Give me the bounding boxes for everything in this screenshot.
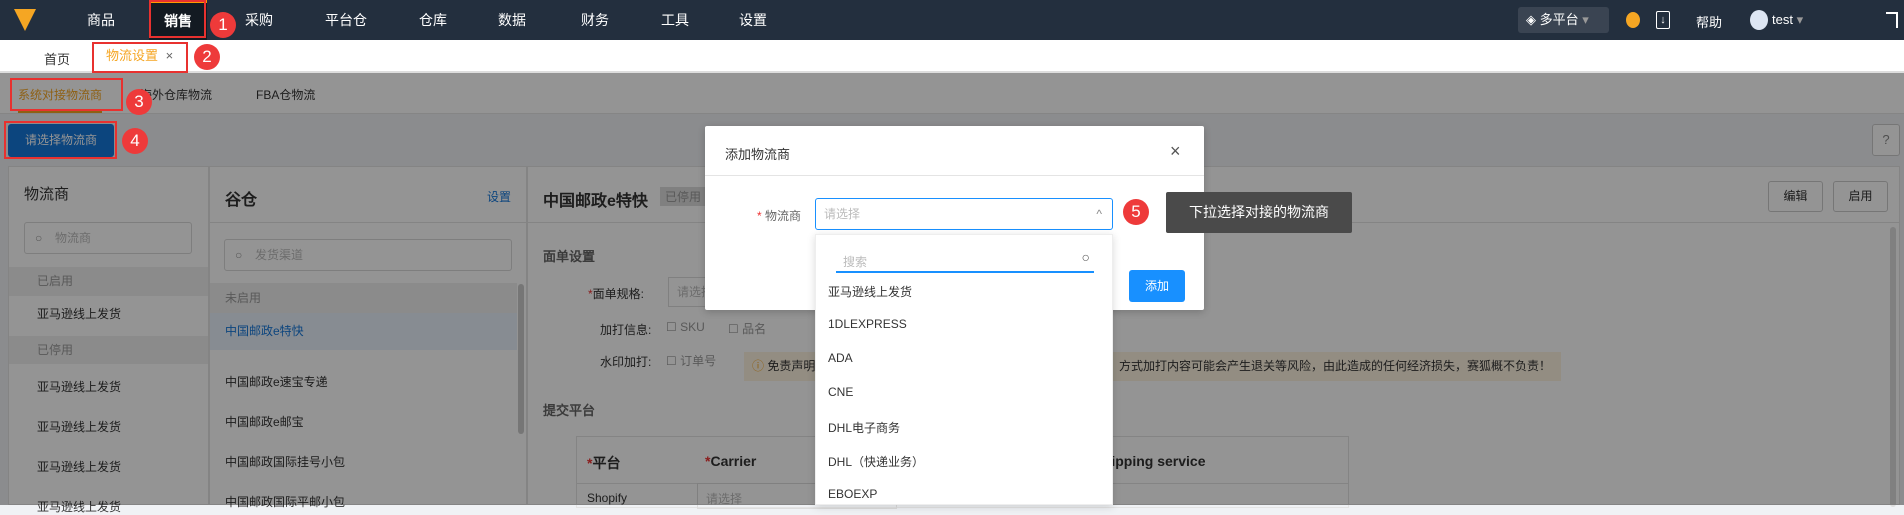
step-badge: 4 bbox=[122, 128, 148, 154]
nav-purchase[interactable]: 采购 bbox=[245, 0, 273, 40]
tooltip: 下拉选择对接的物流商 bbox=[1166, 192, 1352, 233]
layers-icon: ◈ bbox=[1526, 12, 1536, 27]
close-icon[interactable]: × bbox=[1170, 141, 1181, 162]
caret-down-icon: ▾ bbox=[1796, 12, 1804, 27]
nav-products[interactable]: 商品 bbox=[87, 0, 115, 40]
carrier-select[interactable]: 请选择 ^ bbox=[815, 198, 1113, 230]
step-badge: 1 bbox=[210, 12, 236, 38]
add-button[interactable]: 添加 bbox=[1129, 270, 1185, 302]
fullscreen-icon[interactable] bbox=[1886, 12, 1898, 28]
nav-tools[interactable]: 工具 bbox=[661, 0, 689, 40]
platform-label: 多平台 bbox=[1539, 12, 1579, 27]
nav-data[interactable]: 数据 bbox=[498, 0, 526, 40]
avatar[interactable] bbox=[1750, 10, 1768, 30]
highlight-box bbox=[149, 0, 206, 38]
tab-home[interactable]: 首页 bbox=[44, 49, 70, 68]
user-menu[interactable]: test ▾ bbox=[1772, 12, 1803, 28]
dropdown-option[interactable]: DHL电子商务 bbox=[828, 419, 900, 436]
dropdown-option[interactable]: 1DLEXPRESS bbox=[828, 317, 907, 331]
download-icon[interactable]: ↓ bbox=[1656, 11, 1670, 29]
logo-icon[interactable] bbox=[14, 9, 36, 31]
nav-finance[interactable]: 财务 bbox=[581, 0, 609, 40]
step-badge: 2 bbox=[194, 44, 220, 70]
help-link[interactable]: 帮助 bbox=[1696, 12, 1722, 31]
nav-warehouse[interactable]: 仓库 bbox=[419, 0, 447, 40]
dropdown-option[interactable]: ADA bbox=[828, 351, 853, 365]
dropdown-option[interactable]: 亚马逊线上发货 bbox=[828, 283, 912, 300]
carrier-field-label: * 物流商 bbox=[757, 209, 802, 223]
nav-platform-warehouse[interactable]: 平台仓 bbox=[325, 0, 367, 40]
chevron-up-icon: ^ bbox=[1096, 207, 1102, 221]
highlight-box bbox=[92, 42, 188, 73]
highlight-box bbox=[10, 78, 123, 111]
page-tabs: 首页 物流设置 × bbox=[0, 40, 1904, 73]
step-badge: 5 bbox=[1123, 199, 1149, 225]
dropdown-option[interactable]: DHL（快递业务） bbox=[828, 453, 924, 470]
caret-down-icon: ▾ bbox=[1582, 12, 1589, 27]
dropdown-option[interactable]: EBOEXP bbox=[828, 487, 877, 501]
modal-title: 添加物流商 bbox=[725, 147, 791, 162]
carrier-dropdown: 搜索 ○ 亚马逊线上发货 1DLEXPRESS ADA CNE DHL电子商务 … bbox=[815, 234, 1113, 505]
dropdown-search-input[interactable]: 搜索 ○ bbox=[836, 245, 1094, 273]
highlight-box bbox=[4, 121, 117, 159]
step-badge: 3 bbox=[126, 89, 152, 115]
nav-settings[interactable]: 设置 bbox=[739, 0, 767, 40]
search-icon: ○ bbox=[1081, 249, 1090, 265]
top-nav: 商品 销售 采购 平台仓 仓库 数据 财务 工具 设置 ◈ 多平台 ▾ ↓ 帮助… bbox=[0, 0, 1904, 40]
support-icon[interactable] bbox=[1626, 12, 1640, 28]
platform-switcher[interactable]: ◈ 多平台 ▾ bbox=[1518, 7, 1609, 33]
dropdown-option[interactable]: CNE bbox=[828, 385, 853, 399]
